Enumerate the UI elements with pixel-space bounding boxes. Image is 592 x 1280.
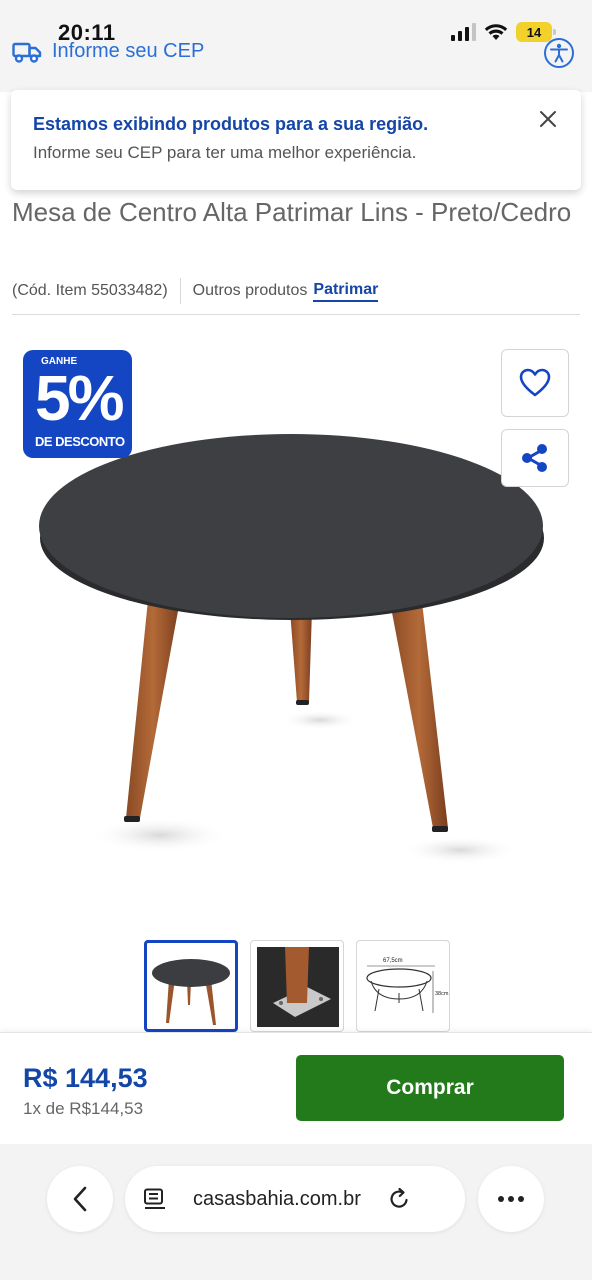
battery-indicator: 14 <box>516 22 556 42</box>
cellular-signal-icon <box>451 23 476 41</box>
more-button[interactable] <box>478 1166 544 1232</box>
reload-icon[interactable] <box>387 1187 411 1211</box>
browser-toolbar: casasbahia.com.br <box>0 1144 592 1280</box>
back-button[interactable] <box>47 1166 113 1232</box>
item-code: (Cód. Item 55033482) <box>12 282 168 299</box>
notice-subtitle: Informe seu CEP para ter uma melhor expe… <box>33 143 417 162</box>
favorite-button[interactable] <box>501 349 569 417</box>
product-meta: (Cód. Item 55033482) Outros produtos Pat… <box>12 278 379 304</box>
divider <box>12 314 580 315</box>
buy-button[interactable]: Comprar <box>296 1055 564 1121</box>
discount-badge: GANHE 5% DE DESCONTO <box>23 350 132 458</box>
url-text: casasbahia.com.br <box>193 1187 361 1210</box>
share-button[interactable] <box>501 429 569 487</box>
reader-mode-icon[interactable] <box>143 1188 167 1210</box>
more-dots-icon <box>498 1196 524 1202</box>
address-bar[interactable]: casasbahia.com.br <box>125 1166 465 1232</box>
delivery-truck-icon <box>12 42 42 63</box>
chevron-left-icon <box>73 1186 87 1212</box>
share-icon <box>522 444 547 472</box>
divider <box>179 278 181 304</box>
thumbnail-2[interactable] <box>250 940 344 1032</box>
thumbnail-1[interactable] <box>144 940 238 1032</box>
notice-title: Estamos exibindo produtos para a sua reg… <box>33 114 429 134</box>
thumbnail-gallery: 67,5cm 38cm <box>144 940 450 1032</box>
accessibility-button[interactable] <box>544 38 574 68</box>
wifi-icon <box>484 24 508 40</box>
brand-link[interactable]: Patrimar <box>313 281 379 302</box>
cep-label: Informe seu CEP <box>52 40 205 62</box>
purchase-bar: R$ 144,53 1x de R$144,53 Comprar <box>0 1032 592 1144</box>
badge-bottom-text: DE DESCONTO <box>35 434 125 449</box>
badge-value: 5% <box>35 362 124 434</box>
dimension-height-label: 38cm <box>435 991 449 997</box>
close-icon[interactable] <box>537 108 559 130</box>
thumbnail-3[interactable]: 67,5cm 38cm <box>356 940 450 1032</box>
installment-text: 1x de R$144,53 <box>23 1099 144 1118</box>
other-products-label: Outros produtos <box>192 282 308 299</box>
top-header: 20:11 14 Informe seu CEP <box>0 0 592 92</box>
price: R$ 144,53 <box>23 1063 148 1093</box>
region-notice: Estamos exibindo produtos para a sua reg… <box>11 90 581 190</box>
heart-icon <box>519 368 551 397</box>
status-icons: 14 <box>450 22 556 42</box>
accessibility-icon <box>550 43 568 63</box>
cep-link[interactable]: Informe seu CEP <box>12 40 204 63</box>
dimension-width-label: 67,5cm <box>383 958 403 964</box>
product-title: Mesa de Centro Alta Patrimar Lins - Pret… <box>12 197 572 227</box>
